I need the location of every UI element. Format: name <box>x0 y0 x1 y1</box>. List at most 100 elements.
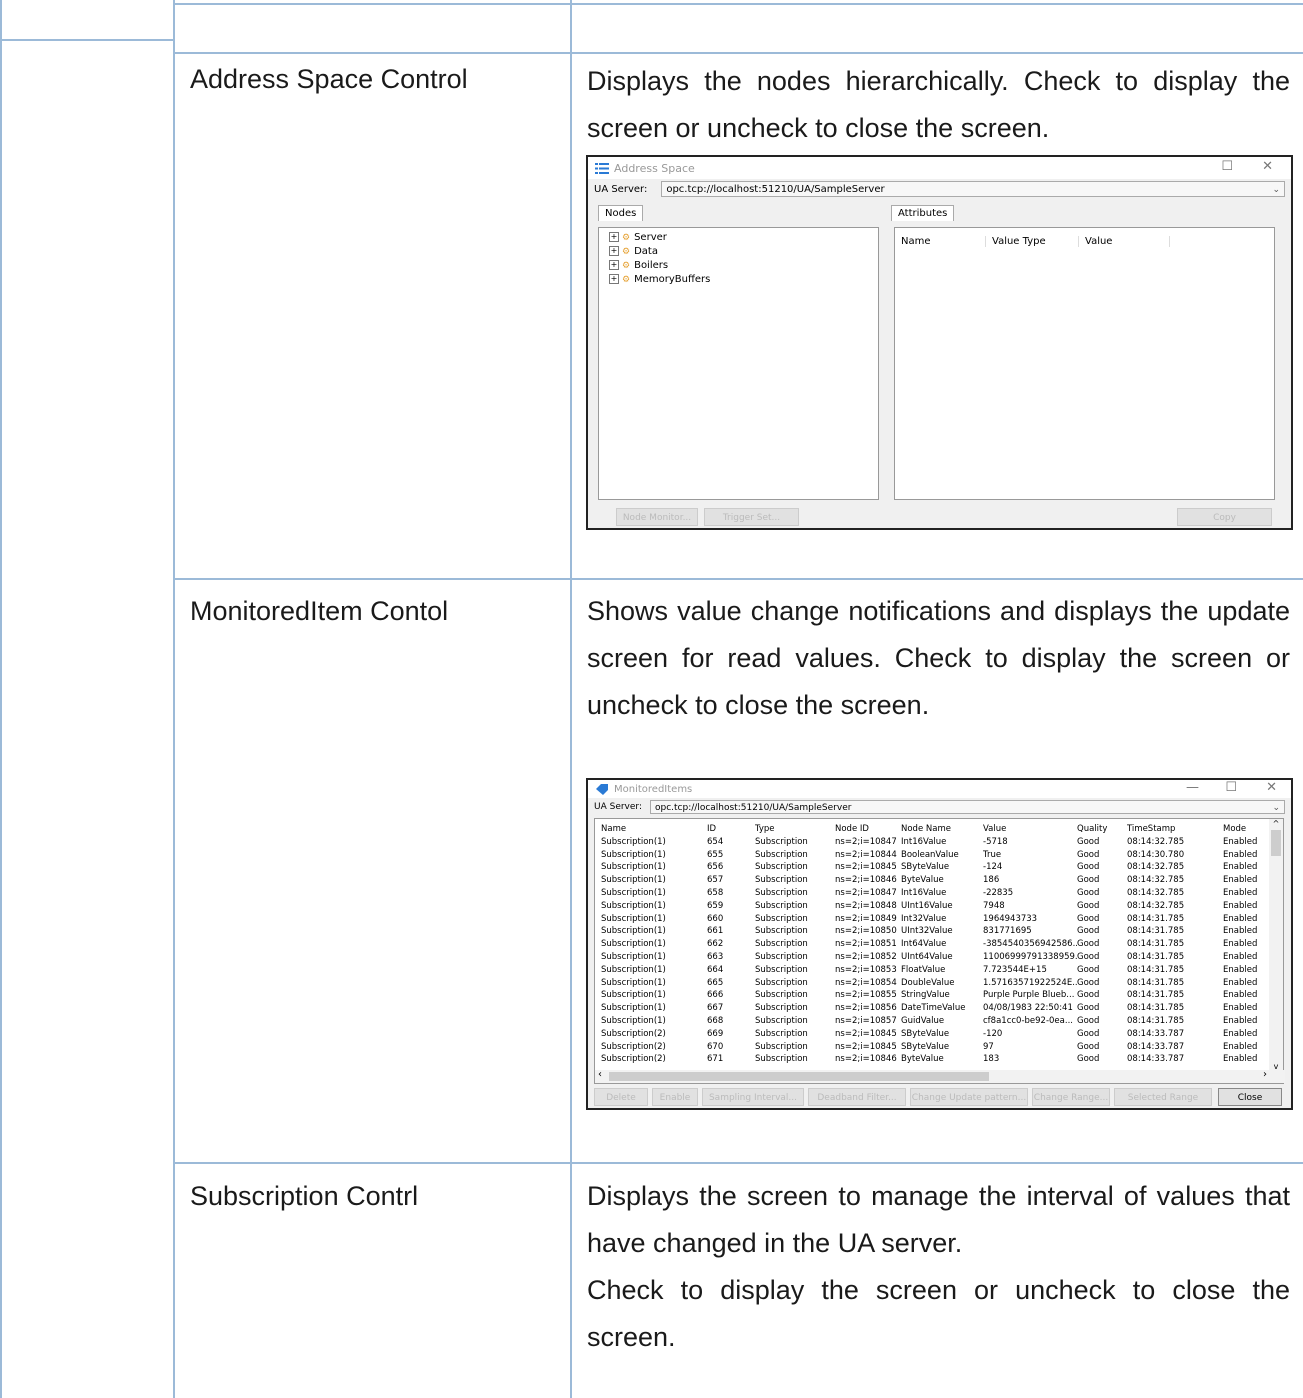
table-row[interactable]: Subscription(2) 670 Subscription ns=2;i=108… <box>601 1041 1283 1054</box>
table-row[interactable]: Subscription(2) 671 Subscription ns=2;i=108… <box>601 1053 1283 1066</box>
table-cell: 666 <box>707 990 724 1001</box>
table-cell: ns=2;i=10848 <box>835 900 897 911</box>
window-title: MonitoredItems <box>614 783 693 795</box>
scroll-up-icon[interactable]: ^ <box>1269 819 1283 828</box>
deadband-filter-button[interactable]: Deadband Filter... <box>808 1088 906 1106</box>
trigger-set-button[interactable]: Trigger Set... <box>704 508 799 526</box>
maximize-icon[interactable]: ☐ <box>1221 159 1233 174</box>
monitored-items-grid[interactable]: Name ID Type Node ID Node Name Value Quality Ti… <box>594 818 1285 1084</box>
column-header[interactable]: Value Type <box>986 236 1079 247</box>
column-header[interactable]: Value <box>983 823 1077 836</box>
column-header[interactable]: Node Name <box>901 823 983 836</box>
table-cell: Good <box>1077 900 1100 911</box>
table-row[interactable]: Subscription(1) 668 Subscription ns=2;i=108… <box>601 1015 1283 1028</box>
table-row[interactable]: Subscription(1) 656 Subscription ns=2;i=108… <box>601 861 1283 874</box>
vertical-scrollbar[interactable]: ^ v <box>1269 819 1283 1071</box>
selected-range-button[interactable]: Selected Range <box>1114 1088 1212 1106</box>
expand-icon[interactable]: + <box>609 260 619 270</box>
column-header[interactable]: ID <box>707 823 755 836</box>
tree-item[interactable]: + ⚙ Server <box>609 231 878 245</box>
server-combo[interactable]: opc.tcp://localhost:51210/UA/SampleServe… <box>661 181 1285 197</box>
table-cell: 657 <box>707 875 724 886</box>
copy-button[interactable]: Copy <box>1177 508 1272 526</box>
table-row[interactable]: Subscription(1) 660 Subscription ns=2;i=108… <box>601 913 1283 926</box>
table-row[interactable]: Subscription(1) 659 Subscription ns=2;i=108… <box>601 900 1283 913</box>
maximize-icon[interactable]: ☐ <box>1225 780 1237 795</box>
enable-button[interactable]: Enable <box>652 1088 698 1106</box>
tree-item-label: Boilers <box>634 260 669 271</box>
server-value: opc.tcp://localhost:51210/UA/SampleServe… <box>666 184 885 195</box>
scroll-thumb[interactable] <box>609 1072 989 1081</box>
expand-icon[interactable]: + <box>609 232 619 242</box>
table-cell: ns=2;i=10853 <box>835 964 897 975</box>
server-label: UA Server: <box>594 183 648 195</box>
scroll-thumb[interactable] <box>1271 830 1281 856</box>
table-cell: Enabled <box>1223 1015 1258 1026</box>
table-row[interactable]: Subscription(1) 663 Subscription ns=2;i=108… <box>601 951 1283 964</box>
table-cell: 667 <box>707 1003 724 1014</box>
table-row[interactable]: Subscription(1) 666 Subscription ns=2;i=108… <box>601 989 1283 1002</box>
table-cell: 08:14:32.785 <box>1127 862 1185 873</box>
server-combo[interactable]: opc.tcp://localhost:51210/UA/SampleServe… <box>650 800 1285 814</box>
table-cell: Subscription(1) <box>601 836 666 847</box>
table-row[interactable]: Subscription(1) 667 Subscription ns=2;i=108… <box>601 1002 1283 1015</box>
title-bar: Address Space ☐ ✕ <box>588 157 1291 179</box>
nodes-tree-panel[interactable]: + ⚙ Server + ⚙ Data + ⚙ Boilers + ⚙ MemoryBuffer… <box>598 227 879 500</box>
table-row[interactable]: Subscription(1) 665 Subscription ns=2;i=108… <box>601 977 1283 990</box>
close-button[interactable]: Close <box>1218 1088 1282 1106</box>
table-cell: ns=2;i=10855 <box>835 990 897 1001</box>
change-range-button[interactable]: Change Range... <box>1032 1088 1110 1106</box>
table-cell: Subscription <box>755 913 808 924</box>
table-border-row3 <box>173 1162 1303 1164</box>
column-header[interactable]: Quality <box>1077 823 1127 836</box>
tab-attributes[interactable]: Attributes <box>891 205 955 221</box>
column-header[interactable]: Mode <box>1223 823 1273 836</box>
table-cell: DateTimeValue <box>901 1003 966 1014</box>
table-row[interactable]: Subscription(1) 658 Subscription ns=2;i=108… <box>601 887 1283 900</box>
column-header[interactable]: TimeStamp <box>1127 823 1223 836</box>
table-cell: Enabled <box>1223 977 1258 988</box>
table-cell: Subscription <box>755 990 808 1001</box>
table-cell: 831771695 <box>983 926 1032 937</box>
sampling-interval-button[interactable]: Sampling Interval... <box>702 1088 804 1106</box>
tab-nodes[interactable]: Nodes <box>598 205 644 221</box>
expand-icon[interactable]: + <box>609 246 619 256</box>
tree-item[interactable]: + ⚙ Boilers <box>609 259 878 273</box>
table-cell: SByteValue <box>901 1028 950 1039</box>
table-row[interactable]: Subscription(2) 669 Subscription ns=2;i=108… <box>601 1028 1283 1041</box>
table-cell: ns=2;i=10852 <box>835 951 897 962</box>
table-row[interactable]: Subscription(1) 657 Subscription ns=2;i=108… <box>601 874 1283 887</box>
minimize-icon[interactable]: — <box>1186 780 1199 795</box>
column-header[interactable]: Node ID <box>835 823 901 836</box>
table-row[interactable]: Subscription(1) 664 Subscription ns=2;i=108… <box>601 964 1283 977</box>
close-icon[interactable]: ✕ <box>1262 159 1273 174</box>
delete-button[interactable]: Delete <box>594 1088 648 1106</box>
table-cell: Subscription <box>755 977 808 988</box>
scroll-right-icon[interactable]: › <box>1263 1069 1267 1080</box>
column-header[interactable]: Name <box>901 236 986 247</box>
table-row[interactable]: Subscription(1) 661 Subscription ns=2;i=108… <box>601 925 1283 938</box>
table-cell: DoubleValue <box>901 977 955 988</box>
tree-item[interactable]: + ⚙ MemoryBuffers <box>609 273 878 287</box>
table-cell: 08:14:33.787 <box>1127 1054 1185 1065</box>
close-icon[interactable]: ✕ <box>1266 780 1277 795</box>
column-header[interactable]: Type <box>755 823 835 836</box>
table-cell: Good <box>1077 926 1100 937</box>
tree-item[interactable]: + ⚙ Data <box>609 245 878 259</box>
scroll-left-icon[interactable]: ‹ <box>598 1069 602 1080</box>
table-cell: ns=2;i=10844 <box>835 849 897 860</box>
horizontal-scrollbar[interactable]: ‹ › <box>595 1069 1285 1083</box>
table-row[interactable]: Subscription(1) 655 Subscription ns=2;i=108… <box>601 849 1283 862</box>
column-header[interactable]: Value <box>1079 236 1170 247</box>
column-header[interactable]: Name <box>601 823 707 836</box>
change-update-pattern-button[interactable]: Change Update pattern... <box>910 1088 1028 1106</box>
table-row[interactable]: Subscription(1) 662 Subscription ns=2;i=108… <box>601 938 1283 951</box>
table-cell: 08:14:31.785 <box>1127 990 1185 1001</box>
table-cell: ns=2;i=10856 <box>835 1003 897 1014</box>
expand-icon[interactable]: + <box>609 274 619 284</box>
node-monitor-button[interactable]: Node Monitor... <box>616 508 698 526</box>
table-cell: Subscription <box>755 1003 808 1014</box>
attributes-panel[interactable]: Name Value Type Value <box>894 227 1275 500</box>
table-row[interactable]: Subscription(1) 654 Subscription ns=2;i=108… <box>601 836 1283 849</box>
table-cell: ns=2;i=10847 <box>835 887 897 898</box>
